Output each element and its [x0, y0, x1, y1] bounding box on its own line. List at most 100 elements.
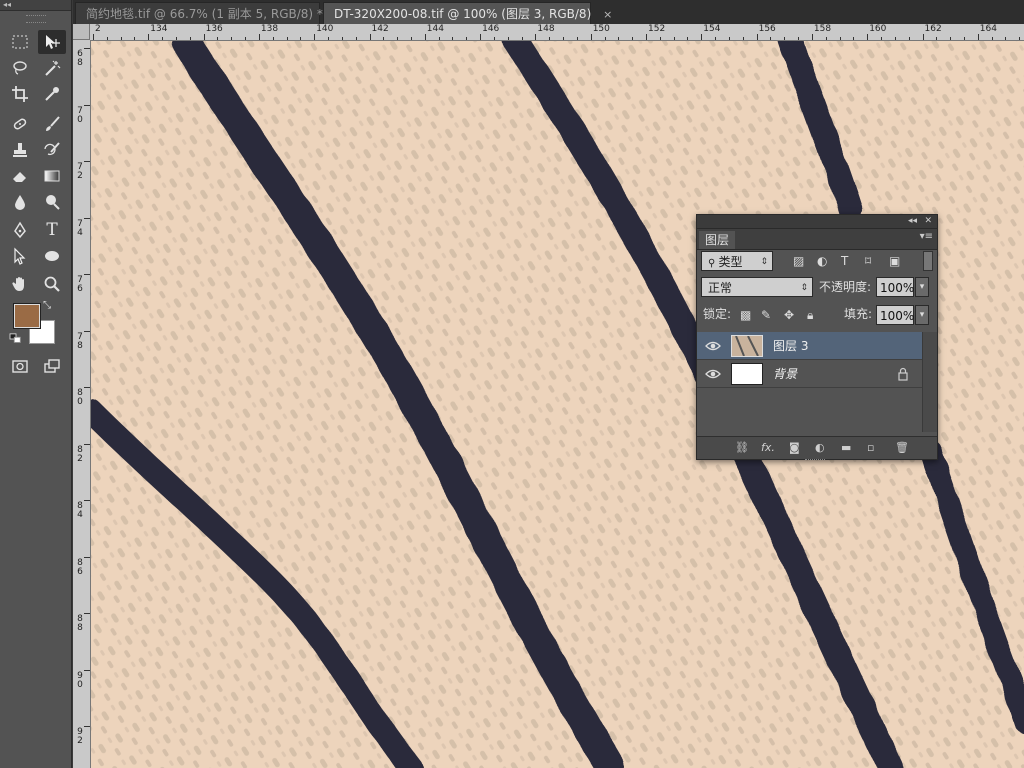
ruler-minor-tick	[106, 37, 108, 40]
layer-row-background[interactable]: 背景	[697, 360, 923, 388]
quick-mask-icon[interactable]	[6, 354, 34, 378]
ruler-vertical[interactable]: 6 8 7 0 7 2 7 4 7 6 7 8 8 0 8 2 8 4 8 6 8 8 9 0 9 2	[73, 40, 91, 768]
filter-shape-icon[interactable]: ⌑	[865, 254, 871, 268]
ruler-minor-tick	[908, 37, 910, 40]
ruler-label: 154	[703, 24, 721, 34]
eye-icon[interactable]	[705, 339, 721, 353]
group-icon[interactable]: ▬	[841, 440, 851, 456]
ruler-tick	[590, 34, 592, 40]
layer-filter-dropdown[interactable]: ⚲ 类型 ⇕	[701, 251, 773, 271]
tools-panel-collapse-icon[interactable]: ◂◂	[0, 0, 71, 11]
ruler-minor-tick	[1005, 37, 1007, 40]
ruler-minor-tick	[341, 37, 343, 40]
eye-icon[interactable]	[705, 367, 721, 381]
crop-tool-icon[interactable]	[6, 82, 34, 106]
ruler-tick	[922, 34, 924, 40]
layer-name[interactable]: 背景	[773, 360, 797, 388]
hand-tool-icon[interactable]	[6, 272, 34, 296]
tab-document-1[interactable]: 简约地毯.tif @ 66.7% (1 副本 5, RGB/8) *	[75, 2, 323, 24]
tab-layers[interactable]: 图层	[699, 231, 736, 249]
new-layer-icon[interactable]: ▫	[867, 440, 874, 456]
healing-brush-icon[interactable]	[6, 112, 34, 136]
layer-name[interactable]: 图层 3	[773, 332, 808, 360]
clone-stamp-icon[interactable]	[6, 138, 34, 162]
type-tool-icon[interactable]: T	[38, 218, 66, 242]
magic-wand-icon[interactable]	[38, 56, 66, 80]
panel-resize-grip[interactable]	[805, 459, 825, 463]
fill-slider-button[interactable]: ▾	[915, 305, 929, 325]
ruler-tick	[84, 669, 90, 671]
tab-document-2[interactable]: DT-320X200-08.tif @ 100% (图层 3, RGB/8) ×	[323, 2, 612, 24]
blur-tool-icon[interactable]	[6, 190, 34, 214]
ruler-label: 8 4	[77, 501, 83, 520]
ruler-label: 148	[537, 24, 555, 34]
ruler-minor-tick	[728, 37, 730, 40]
blend-arrow-icon: ⇕	[800, 283, 808, 293]
history-brush-icon[interactable]	[38, 138, 66, 162]
blend-mode-dropdown[interactable]: 正常 ⇕	[701, 277, 813, 297]
zoom-tool-icon[interactable]	[38, 272, 66, 296]
fill-input[interactable]: 100%	[876, 305, 914, 325]
ruler-tick	[535, 34, 537, 40]
ruler-horizontal[interactable]: 2 134 136 138 140 142 144 146 148 150 152 154 156 158…	[90, 24, 1024, 41]
lock-label: 锁定:	[703, 307, 732, 321]
pen-tool-icon[interactable]	[6, 218, 34, 242]
move-tool-icon[interactable]	[38, 30, 66, 54]
panel-close-icon[interactable]: ✕	[924, 215, 932, 228]
tools-panel-grip[interactable]	[25, 15, 46, 23]
ruler-tick	[977, 34, 979, 40]
ruler-label: 146	[482, 24, 500, 34]
layer-row-layer-3[interactable]: 图层 3	[697, 332, 923, 360]
dodge-tool-icon[interactable]	[38, 190, 66, 214]
foreground-color-swatch[interactable]	[13, 303, 41, 329]
ruler-tick	[84, 500, 90, 501]
layers-panel: ◂◂ ✕ 图层 ▾≡ ⚲ 类型 ⇕ ▨ ◐ T ⌑ ▣ 正常 ⇕ 不透明度: 1…	[696, 214, 938, 460]
ruler-origin[interactable]	[73, 24, 90, 40]
lasso-tool-icon[interactable]	[6, 56, 34, 80]
screen-mode-icon[interactable]	[38, 354, 66, 378]
lock-position-icon[interactable]: ✥	[784, 308, 794, 322]
marquee-tool-icon[interactable]	[6, 30, 34, 54]
ruler-minor-tick	[410, 37, 412, 40]
ruler-tick	[756, 34, 758, 40]
default-colors-icon[interactable]	[8, 332, 24, 346]
filter-adjustment-icon[interactable]: ◐	[817, 254, 827, 268]
adjustment-icon[interactable]: ◐	[815, 440, 825, 456]
fx-icon[interactable]: fx.	[761, 440, 775, 456]
ruler-label: 7 4	[77, 218, 83, 238]
opacity-input[interactable]: 100%	[876, 277, 914, 297]
lock-all-icon[interactable]: 🔒︎	[807, 308, 813, 322]
ruler-minor-tick	[881, 37, 883, 40]
layers-panel-header[interactable]: ◂◂ ✕	[697, 215, 937, 229]
link-icon[interactable]: ⛓︎	[735, 440, 749, 456]
lock-transparency-icon[interactable]: ▩	[740, 308, 751, 322]
filter-smart-object-icon[interactable]: ▣	[889, 254, 900, 268]
ruler-tick	[84, 387, 90, 388]
ellipse-tool-icon[interactable]	[38, 244, 66, 268]
ruler-label: 164	[979, 24, 997, 34]
swap-colors-icon[interactable]: ⤡	[38, 298, 56, 312]
ruler-label: 152	[648, 24, 666, 34]
panel-menu-icon[interactable]: ▾≡	[920, 231, 933, 242]
ruler-minor-tick	[991, 37, 993, 40]
panel-collapse-icon[interactable]: ◂◂	[908, 215, 917, 228]
layers-scrollbar[interactable]	[922, 332, 937, 432]
eyedropper-icon[interactable]	[38, 82, 66, 106]
path-selection-icon[interactable]	[6, 244, 34, 268]
gradient-icon[interactable]	[38, 164, 66, 188]
layer-thumbnail	[731, 335, 763, 357]
ruler-minor-tick	[217, 37, 219, 40]
filter-pixel-icon[interactable]: ▨	[793, 254, 804, 268]
ruler-tick	[701, 34, 703, 40]
tools-panel: ◂◂ T ⤡	[0, 0, 72, 768]
eraser-icon[interactable]	[6, 164, 34, 188]
ruler-tick	[93, 34, 94, 40]
filter-type-icon[interactable]: T	[841, 254, 848, 268]
mask-icon[interactable]: ◙	[789, 440, 800, 456]
tab-close-icon[interactable]: ×	[603, 8, 612, 21]
filter-toggle[interactable]	[923, 251, 933, 271]
opacity-slider-button[interactable]: ▾	[915, 277, 929, 297]
lock-image-icon[interactable]: ✎	[761, 308, 771, 322]
brush-tool-icon[interactable]	[38, 112, 66, 136]
trash-icon[interactable]: 🗑︎	[895, 440, 909, 456]
